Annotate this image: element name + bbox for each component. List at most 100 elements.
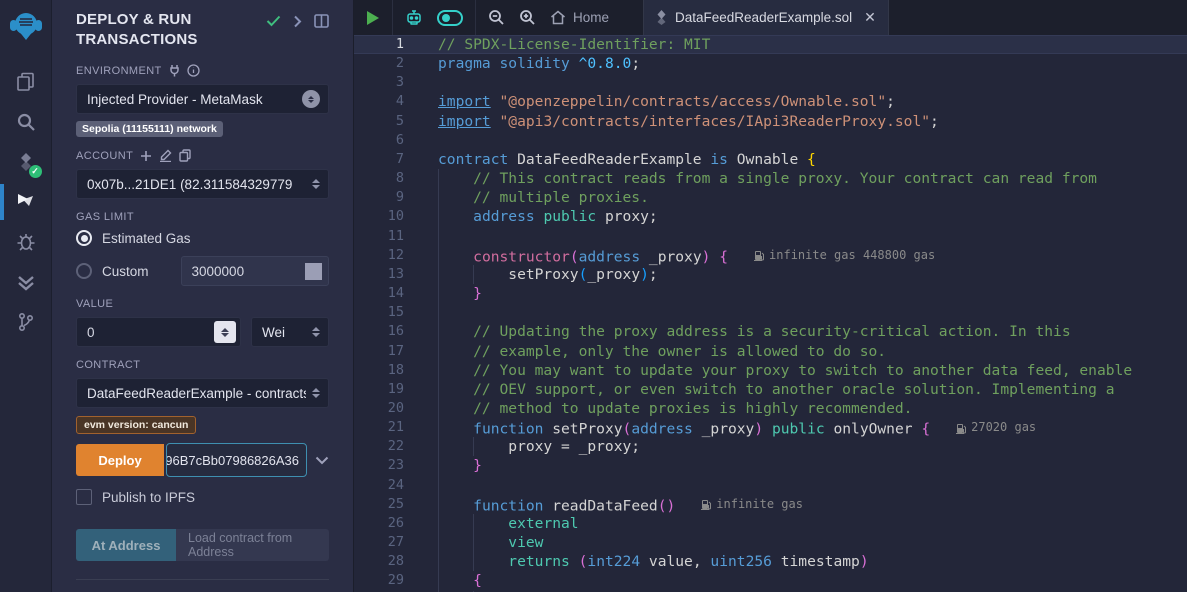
zoom-out-icon[interactable] (488, 9, 505, 26)
indent-guide (438, 227, 439, 246)
code-line[interactable]: 14 } (354, 284, 1187, 303)
indent-guide (438, 456, 439, 475)
code-line[interactable]: 17 // example, only the owner is allowed… (354, 342, 1187, 361)
code-line[interactable]: 4import "@openzeppelin/contracts/access/… (354, 92, 1187, 111)
line-number: 3 (354, 73, 418, 92)
line-number: 25 (354, 495, 418, 514)
file-tab[interactable]: DataFeedReaderExample.sol ✕ (643, 0, 889, 35)
search-icon[interactable] (0, 102, 52, 142)
toggle-icon[interactable] (437, 10, 463, 26)
custom-gas-radio[interactable] (76, 263, 92, 279)
code-line[interactable]: 23 } (354, 456, 1187, 475)
code-line[interactable]: 2pragma solidity ^0.8.0; (354, 54, 1187, 73)
transactions-recorded-section[interactable]: Transactions recorded ❯ (76, 579, 329, 592)
at-address-button[interactable]: At Address (76, 529, 176, 561)
code-line[interactable]: 9 // multiple proxies. (354, 188, 1187, 207)
debugger-icon[interactable] (0, 222, 52, 262)
plus-icon[interactable] (140, 150, 152, 162)
code-line[interactable]: 8 // This contract reads from a single p… (354, 169, 1187, 188)
contract-select[interactable]: DataFeedReaderExample - contracts (76, 378, 329, 408)
copy-icon[interactable] (179, 149, 191, 162)
line-number: 15 (354, 303, 418, 322)
indent-guide (438, 476, 439, 495)
editor-toolbar: Home DataFeedReaderExample.sol ✕ (354, 0, 1187, 35)
code-line[interactable]: 3 (354, 73, 1187, 92)
code-line[interactable]: 27 view (354, 533, 1187, 552)
code-line[interactable]: 22 proxy = _proxy; (354, 437, 1187, 456)
indent-guide (438, 571, 439, 590)
home-tab[interactable]: Home (550, 10, 609, 25)
code-line[interactable]: 19 // OEV support, or even switch to ano… (354, 380, 1187, 399)
account-label: ACCOUNT (76, 149, 329, 162)
plug-icon[interactable] (169, 64, 180, 77)
code-line[interactable]: 24 (354, 476, 1187, 495)
line-number: 2 (354, 54, 418, 73)
solidity-file-icon (656, 10, 667, 25)
code-line[interactable]: 11 (354, 227, 1187, 246)
line-number: 27 (354, 533, 418, 552)
code-line[interactable]: 28 returns (int224 value, uint256 timest… (354, 552, 1187, 571)
code-line[interactable]: 29 { (354, 571, 1187, 590)
gas-estimate-annotation: infinite gas (701, 495, 803, 514)
line-number: 24 (354, 476, 418, 495)
deploy-run-icon[interactable] (0, 182, 52, 222)
indent-guide (438, 284, 439, 303)
chevron-down-icon[interactable] (315, 456, 329, 465)
solidity-compiler-icon[interactable]: ✓ (0, 142, 52, 182)
code-line[interactable]: 1// SPDX-License-Identifier: MIT (354, 35, 1187, 54)
deploy-panel: DEPLOY & RUN TRANSACTIONS ENVIRONMENT (52, 0, 354, 592)
indent-guide (438, 342, 439, 361)
value-spinner[interactable] (214, 321, 236, 343)
estimated-gas-radio[interactable] (76, 230, 92, 246)
code-line[interactable]: 10 address public proxy; (354, 207, 1187, 226)
line-number: 7 (354, 150, 418, 169)
publish-ipfs-checkbox[interactable] (76, 489, 92, 505)
git-icon[interactable] (0, 302, 52, 342)
check-icon (266, 15, 281, 27)
code-line[interactable]: 15 (354, 303, 1187, 322)
code-line[interactable]: 21 function setProxy(address _proxy) pub… (354, 418, 1187, 437)
remix-logo[interactable] (8, 8, 44, 44)
indent-guide (438, 361, 439, 380)
run-script-icon[interactable] (366, 10, 380, 26)
robot-icon[interactable] (405, 9, 423, 26)
custom-gas-input[interactable]: 3000000 (181, 256, 329, 286)
code-line[interactable]: 16 // Updating the proxy address is a se… (354, 322, 1187, 341)
line-number: 6 (354, 131, 418, 150)
line-number: 22 (354, 437, 418, 456)
code-line[interactable]: 25 function readDataFeed()infinite gas (354, 495, 1187, 514)
file-explorer-icon[interactable] (0, 62, 52, 102)
code-line[interactable]: 5import "@api3/contracts/interfaces/IApi… (354, 112, 1187, 131)
value-input[interactable]: 0 (76, 317, 241, 347)
line-number: 16 (354, 322, 418, 341)
code-area[interactable]: 1// SPDX-License-Identifier: MIT2pragma … (354, 35, 1187, 592)
code-line[interactable]: 7contract DataFeedReaderExample is Ownab… (354, 150, 1187, 169)
code-line[interactable]: 12 constructor(address _proxy) {infinite… (354, 246, 1187, 265)
split-view-icon[interactable] (314, 14, 329, 28)
info-icon[interactable] (187, 64, 200, 77)
line-number: 20 (354, 399, 418, 418)
value-label: VALUE (76, 298, 329, 310)
code-line[interactable]: 26 external (354, 514, 1187, 533)
close-icon[interactable]: ✕ (864, 9, 876, 26)
account-select[interactable]: 0x07b...21DE1 (82.311584329779 (76, 169, 329, 199)
edit-icon[interactable] (159, 149, 172, 162)
zoom-in-icon[interactable] (519, 9, 536, 26)
line-number: 14 (354, 284, 418, 303)
indent-guide (438, 207, 439, 226)
line-number: 9 (354, 188, 418, 207)
line-number: 28 (354, 552, 418, 571)
static-analysis-icon[interactable] (0, 262, 52, 302)
code-line[interactable]: 13 setProxy(_proxy); (354, 265, 1187, 284)
indent-guide (438, 533, 439, 552)
deploy-button[interactable]: Deploy (76, 444, 164, 476)
value-unit-select[interactable]: Wei (251, 317, 329, 347)
code-line[interactable]: 6 (354, 131, 1187, 150)
code-line[interactable]: 20 // method to update proxies is highly… (354, 399, 1187, 418)
code-line[interactable]: 18 // You may want to update your proxy … (354, 361, 1187, 380)
panel-title: DEPLOY & RUN TRANSACTIONS (76, 10, 246, 50)
environment-select[interactable]: Injected Provider - MetaMask (76, 84, 329, 114)
at-address-input[interactable]: Load contract from Address (176, 529, 329, 561)
deploy-argument-input[interactable]: 0947396B7cBb07986826A36 (166, 443, 307, 477)
chevron-right-icon[interactable] (293, 15, 302, 28)
